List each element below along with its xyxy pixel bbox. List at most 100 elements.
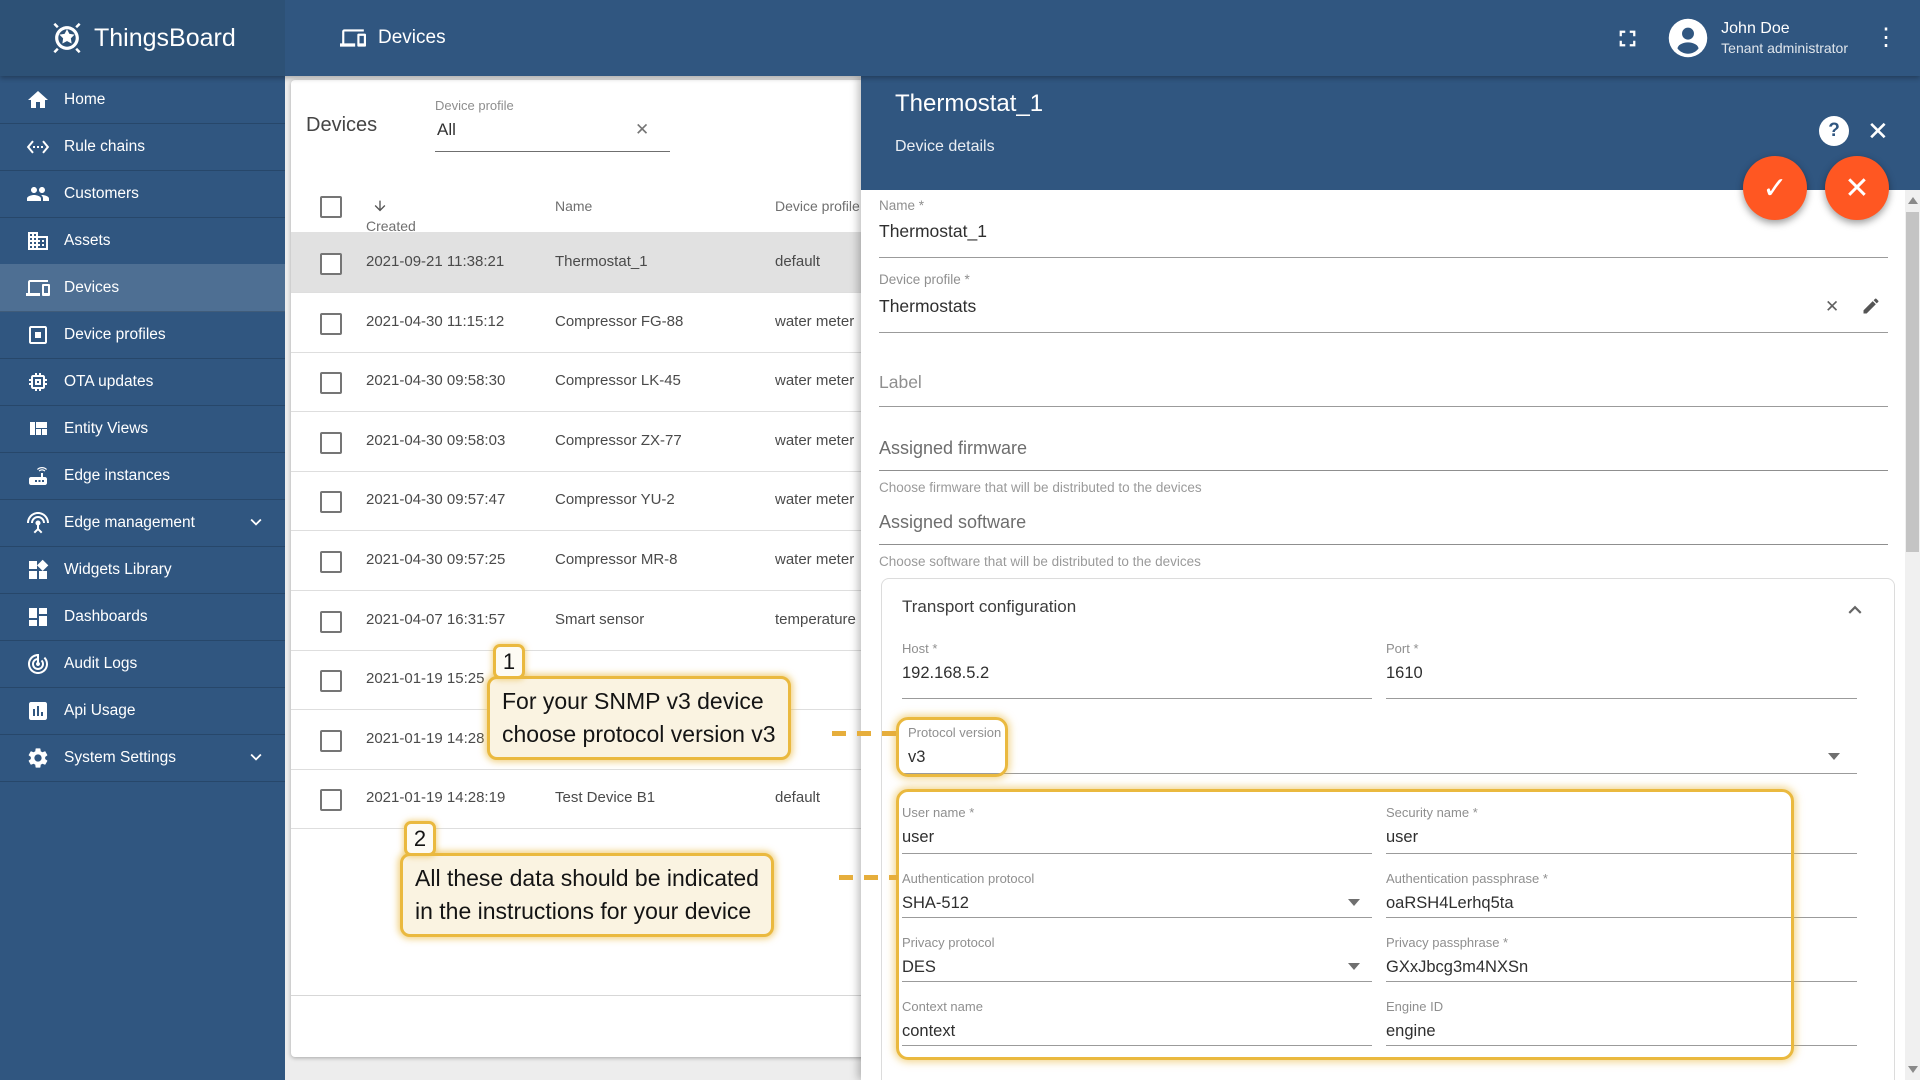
sidebar-item-label: Audit Logs: [64, 654, 138, 672]
port-value[interactable]: 1610: [1386, 664, 1423, 683]
context-name-underline: [902, 1045, 1372, 1046]
scrollbar-thumb[interactable]: [1906, 212, 1919, 552]
customers-icon: [27, 186, 49, 201]
protocol-version-dropdown-icon[interactable]: [1828, 753, 1840, 760]
context-name-value[interactable]: context: [902, 1022, 955, 1041]
port-label: Port *: [1386, 641, 1419, 656]
sidebar-item-api-usage[interactable]: Api Usage: [0, 687, 285, 735]
filter-underline: [435, 151, 670, 152]
privacy-protocol-dropdown-icon[interactable]: [1348, 963, 1360, 970]
sidebar-item-edge-instances[interactable]: Edge instances: [0, 452, 285, 500]
device-profile-field-value[interactable]: Thermostats: [879, 296, 976, 317]
row-checkbox[interactable]: [320, 730, 342, 752]
security-name-value[interactable]: user: [1386, 828, 1418, 847]
privacy-passphrase-label: Privacy passphrase *: [1386, 935, 1509, 950]
close-drawer-icon[interactable]: ✕: [1867, 116, 1889, 146]
row-checkbox[interactable]: [320, 551, 342, 573]
discard-changes-fab[interactable]: ✕: [1825, 156, 1889, 220]
fullscreen-icon[interactable]: [1614, 25, 1641, 52]
apply-changes-fab[interactable]: ✓: [1743, 156, 1807, 220]
sidebar-item-customers[interactable]: Customers: [0, 170, 285, 218]
row-checkbox[interactable]: [320, 432, 342, 454]
privacy-protocol-label: Privacy protocol: [902, 935, 995, 950]
sidebar-item-label: Devices: [64, 278, 120, 296]
sidebar-item-dashboards[interactable]: Dashboards: [0, 593, 285, 641]
privacy-protocol-value[interactable]: DES: [902, 958, 936, 977]
cell-created: 2021-01-19 14:28:19: [366, 789, 506, 806]
auth-protocol-underline: [902, 917, 1372, 918]
sidebar-item-label: Edge instances: [64, 466, 170, 484]
name-field-value[interactable]: Thermostat_1: [879, 221, 987, 242]
row-checkbox[interactable]: [320, 491, 342, 513]
row-checkbox[interactable]: [320, 313, 342, 335]
scrollbar-up-icon[interactable]: [1908, 197, 1918, 204]
transport-configuration-heading: Transport configuration: [902, 597, 1077, 616]
sidebar-item-audit-logs[interactable]: Audit Logs: [0, 640, 285, 688]
column-name[interactable]: Name: [555, 198, 592, 214]
edge-instances-icon: [29, 466, 47, 485]
filter-clear-icon[interactable]: ✕: [635, 120, 649, 140]
avatar[interactable]: [1667, 17, 1709, 59]
user-info[interactable]: John Doe Tenant administrator: [1721, 19, 1848, 57]
device-profiles-icon: [29, 325, 47, 344]
collapse-section-icon[interactable]: [1842, 597, 1868, 623]
protocol-version-underline: [902, 773, 1857, 774]
user-name: John Doe: [1721, 20, 1790, 37]
more-menu-icon[interactable]: ⋮: [1874, 26, 1898, 50]
thingsboard-logo-icon: [53, 22, 81, 54]
host-underline: [902, 698, 1372, 699]
chevron-down-icon: [250, 518, 262, 526]
edit-profile-icon[interactable]: [1861, 296, 1881, 316]
row-checkbox[interactable]: [320, 372, 342, 394]
device-profile-underline: [879, 332, 1888, 333]
label-field-placeholder[interactable]: Label: [879, 372, 922, 393]
sidebar-item-label: OTA updates: [64, 372, 154, 390]
auth-protocol-dropdown-icon[interactable]: [1348, 899, 1360, 906]
help-icon[interactable]: ?: [1819, 116, 1849, 146]
select-all-checkbox[interactable]: [320, 196, 342, 218]
row-checkbox[interactable]: [320, 611, 342, 633]
engine-id-value[interactable]: engine: [1386, 1022, 1436, 1041]
row-checkbox[interactable]: [320, 670, 342, 692]
logo[interactable]: ThingsBoard: [0, 0, 285, 76]
drawer-subtitle: Device details: [895, 138, 995, 155]
cell-profile: default: [775, 789, 821, 806]
cell-name: Smart sensor: [555, 611, 645, 628]
row-checkbox[interactable]: [320, 253, 342, 275]
sidebar-item-entity-views[interactable]: Entity Views: [0, 405, 285, 453]
clear-profile-icon[interactable]: ✕: [1825, 297, 1839, 317]
scrollbar-down-icon[interactable]: [1908, 1066, 1918, 1073]
callout-2-line2: in the instructions for your device: [415, 898, 752, 924]
privacy-passphrase-value[interactable]: GXxJbcg3m4NXSn: [1386, 958, 1528, 977]
sidebar-item-device-profiles[interactable]: Device profiles: [0, 311, 285, 359]
engine-id-label: Engine ID: [1386, 999, 1444, 1014]
assigned-software-divider: [879, 544, 1888, 545]
user-role: Tenant administrator: [1721, 40, 1848, 56]
sidebar-item-devices[interactable]: Devices: [0, 264, 285, 312]
cell-created: 2021-04-30 11:15:12: [366, 313, 505, 330]
sidebar-item-ota-updates[interactable]: OTA updates: [0, 358, 285, 406]
assigned-software-hint: Choose software that will be distributed…: [879, 554, 1201, 569]
dashboards-icon: [29, 607, 47, 626]
user-name-value[interactable]: user: [902, 828, 934, 847]
host-value[interactable]: 192.168.5.2: [902, 664, 989, 683]
column-device-profile[interactable]: Device profile: [775, 198, 860, 214]
sidebar-item-widgets-library[interactable]: Widgets Library: [0, 546, 285, 594]
auth-passphrase-label: Authentication passphrase *: [1386, 871, 1548, 886]
protocol-version-value[interactable]: v3: [908, 748, 925, 767]
sidebar-item-home[interactable]: Home: [0, 76, 285, 124]
column-created-time[interactable]: Created time: [366, 198, 416, 250]
sidebar-item-rule-chains[interactable]: Rule chains: [0, 123, 285, 171]
callout-1-line1: For your SNMP v3 device: [502, 688, 764, 714]
sidebar-item-system-settings[interactable]: System Settings: [0, 734, 285, 782]
device-profile-filter-value[interactable]: All: [437, 120, 456, 140]
sidebar-item-assets[interactable]: Assets: [0, 217, 285, 265]
sidebar-item-edge-management[interactable]: Edge management: [0, 499, 285, 547]
drawer-scrollbar[interactable]: [1905, 190, 1920, 1080]
logo-text: ThingsBoard: [94, 23, 236, 52]
auth-passphrase-value[interactable]: oaRSH4Lerhq5ta: [1386, 894, 1514, 913]
row-checkbox[interactable]: [320, 789, 342, 811]
auth-protocol-value[interactable]: SHA-512: [902, 894, 969, 913]
auth-passphrase-underline: [1386, 917, 1857, 918]
user-name-label: User name *: [902, 805, 975, 820]
